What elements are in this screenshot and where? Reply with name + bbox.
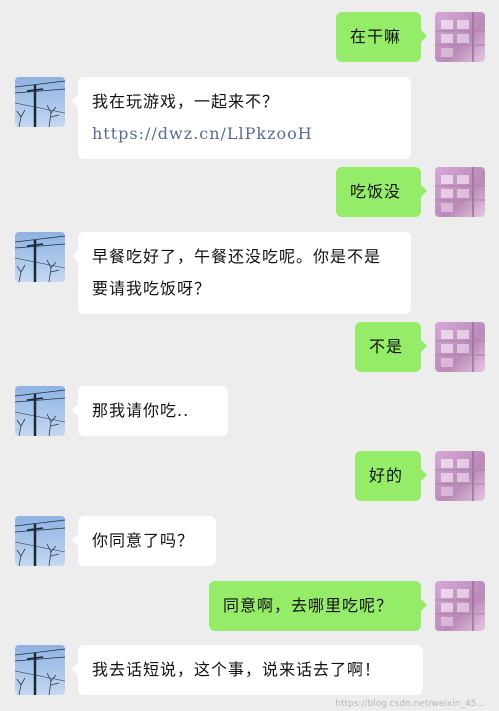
building-photo-icon: [435, 581, 485, 631]
chat-area[interactable]: 在干嘛 我在玩游戏，一起来不？ https://dwz.cn/LlPkzooH 吃…: [0, 0, 499, 711]
message-bubble[interactable]: 早餐吃好了，午餐还没吃呢。你是不是要请我吃饭呀？: [72, 232, 411, 314]
building-photo-icon: [435, 322, 485, 372]
message-text: 我在玩游戏，一起来不？: [92, 92, 280, 111]
my-avatar[interactable]: [435, 322, 485, 372]
contact-avatar[interactable]: [15, 232, 65, 282]
sky-pole-photo-icon: [15, 645, 65, 695]
message-bubble[interactable]: 好的: [355, 451, 427, 501]
my-avatar[interactable]: [435, 12, 485, 62]
building-photo-icon: [435, 12, 485, 62]
message-bubble[interactable]: 我在玩游戏，一起来不？ https://dwz.cn/LlPkzooH: [72, 77, 411, 159]
building-photo-icon: [435, 167, 485, 217]
my-avatar[interactable]: [435, 167, 485, 217]
contact-avatar[interactable]: [15, 77, 65, 127]
message-bubble[interactable]: 在干嘛: [336, 12, 427, 62]
sky-pole-photo-icon: [15, 77, 65, 127]
watermark: https://blog.csdn.net/weixin_45...: [335, 699, 485, 709]
my-avatar[interactable]: [435, 581, 485, 631]
sky-pole-photo-icon: [15, 232, 65, 282]
message-bubble[interactable]: 吃饭没: [336, 167, 427, 217]
contact-avatar[interactable]: [15, 645, 65, 695]
my-avatar[interactable]: [435, 451, 485, 501]
contact-avatar[interactable]: [15, 386, 65, 436]
message-link[interactable]: https://dwz.cn/LlPkzooH: [92, 124, 313, 143]
message-bubble[interactable]: 你同意了吗？: [72, 516, 216, 566]
contact-avatar[interactable]: [15, 516, 65, 566]
building-photo-icon: [435, 451, 485, 501]
sky-pole-photo-icon: [15, 516, 65, 566]
message-bubble[interactable]: 不是: [355, 322, 427, 372]
message-bubble[interactable]: 同意啊，去哪里吃呢？: [209, 581, 427, 631]
message-bubble[interactable]: 那我请你吃..: [72, 386, 228, 436]
sky-pole-photo-icon: [15, 386, 65, 436]
message-bubble[interactable]: 我去话短说，这个事，说来话去了啊！: [72, 645, 423, 695]
